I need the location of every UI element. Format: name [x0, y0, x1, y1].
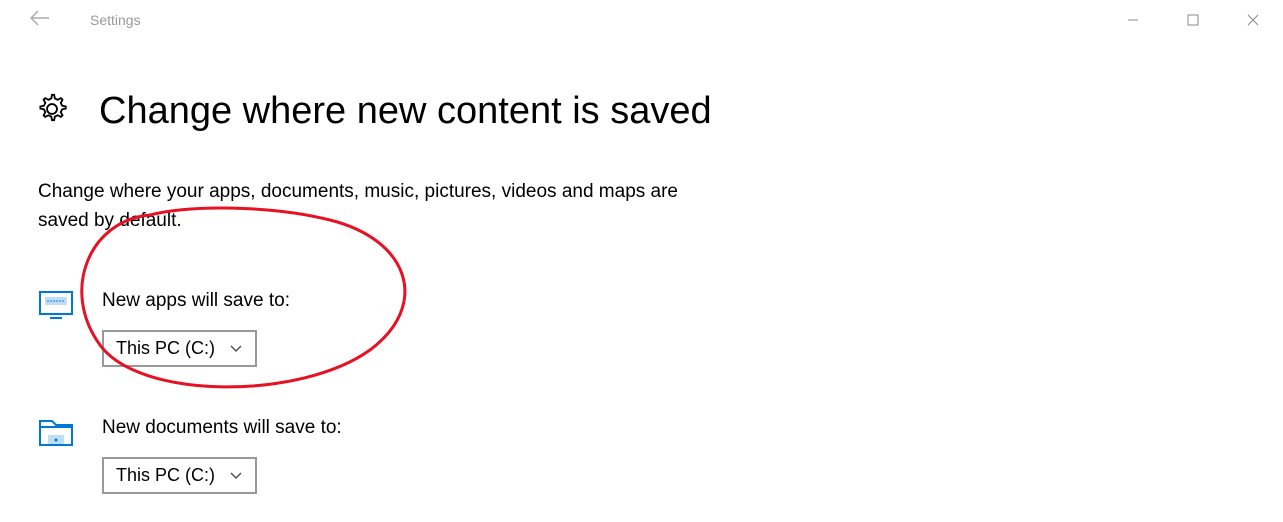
minimize-button[interactable] [1103, 0, 1163, 40]
gear-icon [35, 92, 69, 131]
apps-label: New apps will save to: [102, 290, 290, 312]
documents-setting-content: New documents will save to: This PC (C:) [102, 417, 342, 494]
description-text: Change where your apps, documents, music… [38, 178, 683, 235]
close-button[interactable] [1223, 0, 1283, 40]
apps-dropdown-value: This PC (C:) [116, 338, 215, 359]
apps-dropdown[interactable]: This PC (C:) [102, 330, 257, 367]
apps-setting-row: New apps will save to: This PC (C:) [38, 290, 1283, 367]
window-controls [1103, 0, 1283, 40]
apps-icon [38, 290, 74, 320]
chevron-down-icon [229, 340, 243, 358]
documents-dropdown-value: This PC (C:) [116, 465, 215, 486]
titlebar: Settings [0, 0, 1283, 40]
documents-icon [38, 417, 74, 447]
apps-setting-content: New apps will save to: This PC (C:) [102, 290, 290, 367]
page-header: Change where new content is saved [35, 90, 1283, 133]
app-title: Settings [90, 12, 141, 28]
content-area: Change where your apps, documents, music… [38, 178, 1283, 494]
documents-label: New documents will save to: [102, 417, 342, 439]
documents-setting-row: New documents will save to: This PC (C:) [38, 417, 1283, 494]
back-arrow-icon[interactable] [30, 10, 50, 31]
chevron-down-icon [229, 467, 243, 485]
documents-dropdown[interactable]: This PC (C:) [102, 457, 257, 494]
maximize-button[interactable] [1163, 0, 1223, 40]
page-title: Change where new content is saved [99, 90, 712, 133]
